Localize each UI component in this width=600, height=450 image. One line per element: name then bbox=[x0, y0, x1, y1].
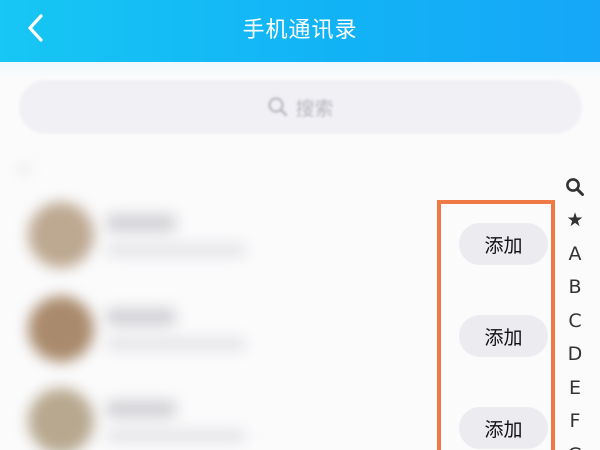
avatar bbox=[28, 202, 94, 268]
contact-name bbox=[106, 308, 176, 326]
contact-name bbox=[106, 214, 176, 232]
contact-detail bbox=[106, 244, 246, 256]
list-item[interactable] bbox=[0, 190, 430, 280]
search-icon bbox=[267, 96, 289, 118]
index-item-a[interactable]: A bbox=[560, 237, 590, 271]
search-input[interactable]: 搜索 bbox=[19, 80, 582, 134]
list-item[interactable] bbox=[0, 376, 430, 450]
contact-list: ★ bbox=[0, 150, 430, 450]
index-item-d[interactable]: D bbox=[560, 338, 590, 372]
header-bar: 手机通讯录 bbox=[0, 0, 600, 62]
avatar bbox=[28, 296, 94, 362]
header-shadow bbox=[0, 62, 600, 78]
page-title: 手机通讯录 bbox=[242, 18, 358, 43]
index-item-c[interactable]: C bbox=[560, 304, 590, 338]
index-item-f[interactable]: F bbox=[560, 405, 590, 439]
index-item-star[interactable]: ★ bbox=[560, 204, 590, 238]
avatar bbox=[28, 388, 94, 450]
alphabet-index-bar[interactable]: ★ A B C D E F G bbox=[560, 170, 590, 450]
contact-name bbox=[106, 400, 176, 418]
index-item-g[interactable]: G bbox=[560, 438, 590, 450]
index-search-icon[interactable] bbox=[560, 170, 590, 204]
list-item[interactable] bbox=[0, 284, 430, 374]
section-star-icon: ★ bbox=[18, 162, 31, 178]
index-item-b[interactable]: B bbox=[560, 271, 590, 305]
highlight-frame bbox=[437, 200, 555, 450]
index-item-e[interactable]: E bbox=[560, 371, 590, 405]
contact-detail bbox=[106, 430, 246, 442]
contact-detail bbox=[106, 338, 246, 350]
search-placeholder: 搜索 bbox=[295, 97, 334, 120]
